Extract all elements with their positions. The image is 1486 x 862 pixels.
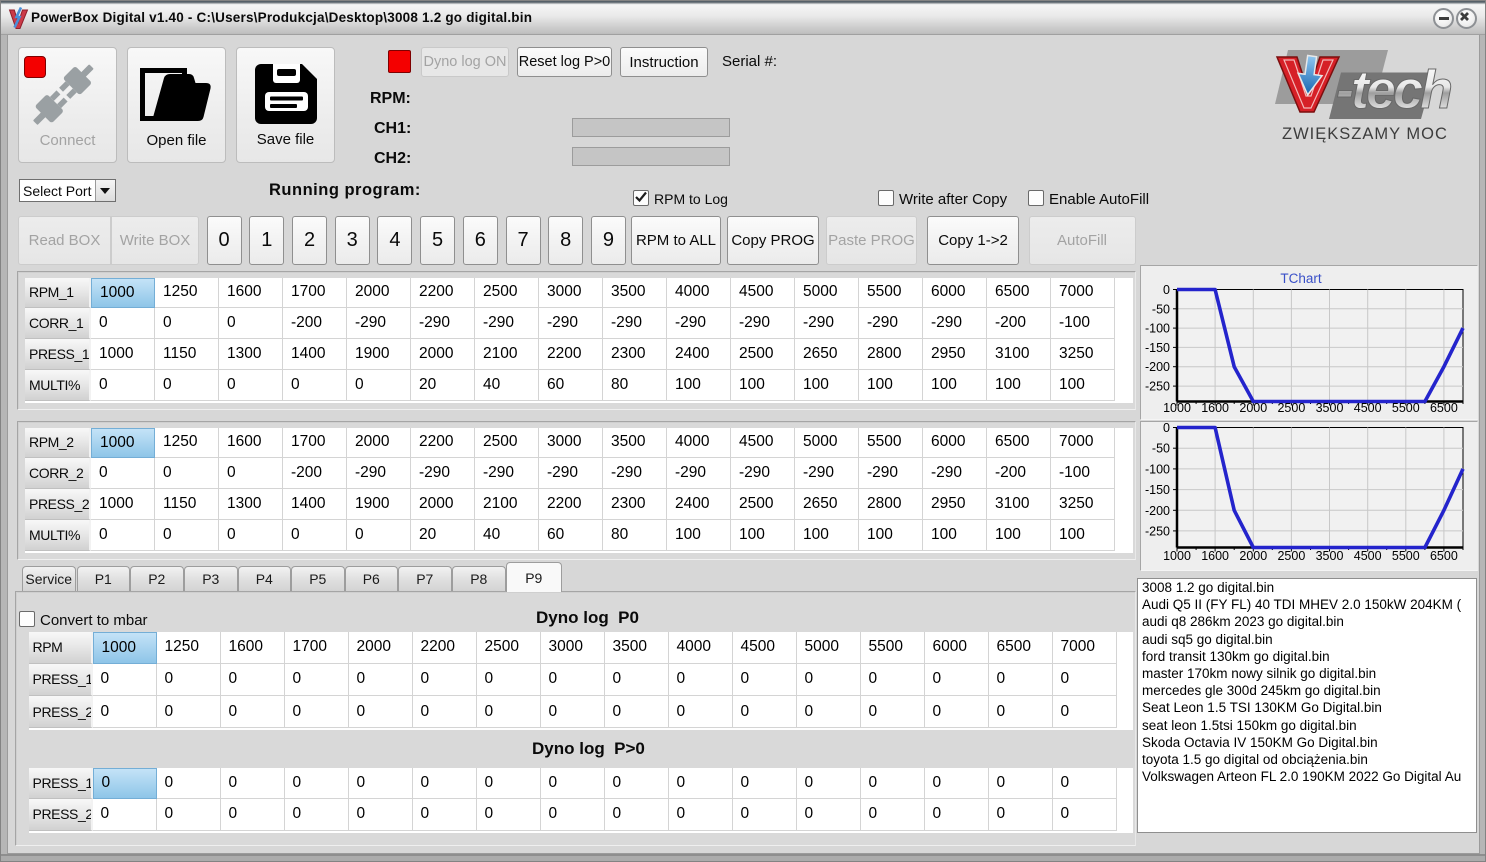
svg-text:-150: -150 [1145,340,1170,354]
svg-text:5500: 5500 [1392,401,1420,415]
svg-text:-200: -200 [1145,503,1170,517]
svg-text:-250: -250 [1145,524,1170,538]
svg-text:-50: -50 [1152,441,1170,455]
svg-text:3500: 3500 [1316,401,1344,415]
svg-text:4500: 4500 [1354,401,1382,415]
svg-text:2000: 2000 [1239,401,1267,415]
svg-text:1000: 1000 [1163,549,1191,563]
svg-text:-100: -100 [1145,462,1170,476]
svg-text:TChart: TChart [1280,271,1322,286]
svg-text:4500: 4500 [1354,549,1382,563]
svg-text:-100: -100 [1145,321,1170,335]
svg-text:-tech: -tech [1336,60,1451,120]
svg-text:1600: 1600 [1201,401,1229,415]
svg-text:3500: 3500 [1316,549,1344,563]
svg-text:2000: 2000 [1239,549,1267,563]
svg-text:0: 0 [1163,422,1170,435]
svg-text:1000: 1000 [1163,401,1191,415]
svg-text:-200: -200 [1145,360,1170,374]
svg-text:5500: 5500 [1392,549,1420,563]
svg-text:-50: -50 [1152,302,1170,316]
svg-text:-150: -150 [1145,483,1170,497]
svg-text:1600: 1600 [1201,549,1229,563]
svg-text:2500: 2500 [1277,549,1305,563]
svg-text:0: 0 [1163,283,1170,297]
svg-text:ZWIĘKSZAMY MOC: ZWIĘKSZAMY MOC [1282,125,1448,143]
svg-text:-250: -250 [1145,379,1170,393]
svg-text:6500: 6500 [1430,401,1458,415]
svg-text:6500: 6500 [1430,549,1458,563]
svg-text:2500: 2500 [1277,401,1305,415]
